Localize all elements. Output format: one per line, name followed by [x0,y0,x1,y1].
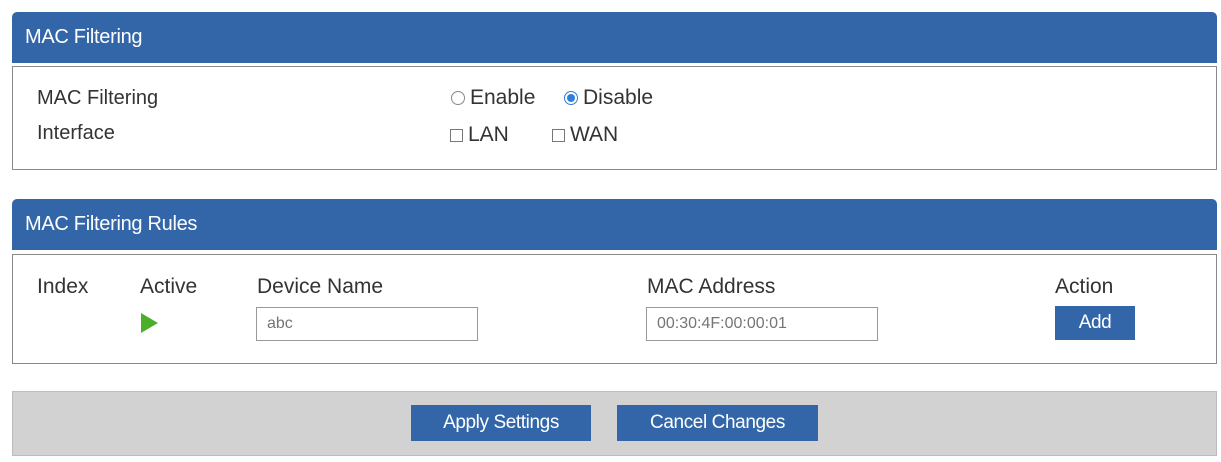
enable-label: Enable [470,86,536,109]
cancel-changes-button[interactable]: Cancel Changes [617,405,818,441]
wan-checkbox[interactable] [552,128,565,142]
mac-filtering-title: MAC Filtering [25,26,143,48]
rules-panel: Index Active Device Name MAC Address Act… [12,254,1217,364]
mac-filtering-panel: MAC Filtering Interface Enable Disable L… [12,66,1217,170]
play-icon[interactable] [141,313,158,333]
rules-title: MAC Filtering Rules [25,213,198,235]
wan-checkbox-option[interactable]: WAN [552,123,618,147]
enable-radio[interactable] [451,91,465,105]
active-column-header: Active [140,275,198,298]
wan-label: WAN [570,123,619,146]
index-column-header: Index [37,275,89,298]
disable-radio-option[interactable]: Disable [564,86,653,110]
disable-radio[interactable] [564,91,578,105]
mac-filtering-label: MAC Filtering [37,87,159,109]
mac-filtering-header: MAC Filtering [12,12,1217,63]
lan-checkbox-option[interactable]: LAN [450,123,509,147]
device-name-input[interactable] [256,307,478,341]
add-button[interactable]: Add [1055,306,1135,340]
lan-checkbox[interactable] [450,128,463,142]
rules-header: MAC Filtering Rules [12,199,1217,250]
lan-label: LAN [468,123,509,146]
interface-label: Interface [37,122,115,144]
device-name-column-header: Device Name [257,275,384,298]
mac-address-input[interactable] [646,307,878,341]
action-bar: Apply Settings Cancel Changes [12,391,1217,456]
action-column-header: Action [1055,275,1114,298]
apply-settings-button[interactable]: Apply Settings [411,405,591,441]
enable-radio-option[interactable]: Enable [451,86,535,110]
disable-label: Disable [583,86,654,109]
mac-address-column-header: MAC Address [647,275,776,298]
